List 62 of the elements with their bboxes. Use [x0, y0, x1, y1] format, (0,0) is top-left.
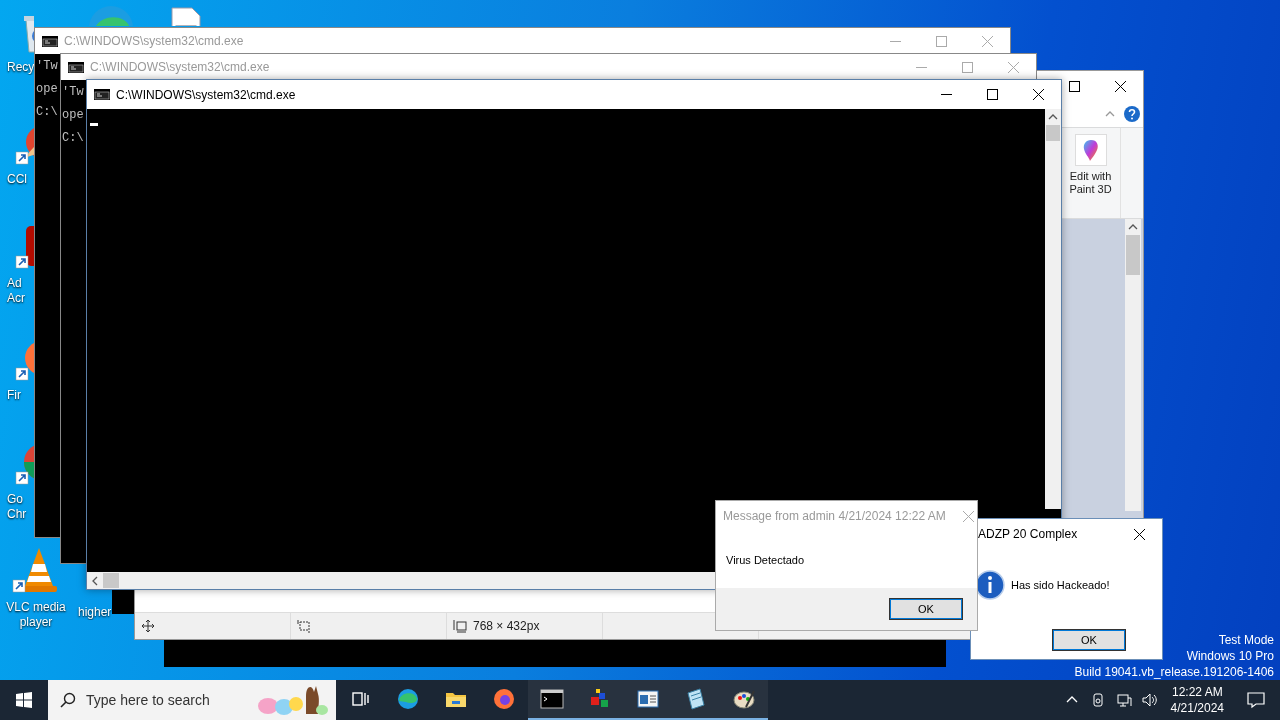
speaker-icon[interactable] — [1141, 692, 1158, 708]
image-size-icon — [453, 619, 467, 633]
vertical-scrollbar[interactable] — [1045, 109, 1061, 509]
paint-3d-icon — [1074, 134, 1107, 166]
scroll-thumb[interactable] — [1046, 125, 1060, 141]
maximize-icon — [1068, 80, 1080, 92]
ok-button[interactable]: OK — [1052, 629, 1126, 651]
close-icon — [1032, 89, 1044, 100]
window-title: C:\WINDOWS\system32\cmd.exe — [90, 60, 271, 74]
network-icon[interactable] — [1115, 692, 1132, 708]
window-title: C:\WINDOWS\system32\cmd.exe — [64, 34, 245, 48]
image-size-text: 768 × 432px — [473, 619, 540, 633]
console-icon — [94, 89, 110, 100]
icon-label[interactable]: CCl — [0, 172, 34, 187]
console-text: C:\ — [62, 130, 84, 146]
windows-logo-icon — [16, 692, 32, 708]
close-icon — [1133, 528, 1145, 540]
console-taskbar-button[interactable] — [528, 680, 576, 720]
watermark-text: Test Mode — [1218, 632, 1274, 648]
close-icon — [1007, 61, 1019, 73]
ok-button[interactable]: OK — [889, 598, 963, 620]
selection-icon — [297, 619, 311, 633]
dialog-title: ADZP 20 Complex — [978, 527, 1079, 541]
scroll-thumb[interactable] — [1126, 235, 1140, 275]
clock[interactable]: 12:22 AM 4/21/2024 — [1162, 684, 1232, 716]
search-icon — [60, 692, 76, 708]
watermark-text: Windows 10 Pro — [1186, 648, 1274, 664]
notepad-icon — [684, 687, 708, 711]
close-icon — [981, 35, 993, 47]
message-text: Virus Detectado — [726, 553, 805, 566]
paint-taskbar-button[interactable] — [720, 680, 768, 720]
dialog-title: Message from admin 4/21/2024 12:22 AM — [723, 509, 946, 523]
help-icon[interactable] — [1123, 105, 1141, 123]
icon-label[interactable]: Recy — [0, 60, 34, 75]
close-icon — [1114, 80, 1126, 92]
move-icon — [141, 619, 155, 633]
icon-label[interactable]: Fir — [0, 388, 34, 403]
console-text: ope — [62, 107, 84, 123]
console-icon — [42, 35, 58, 47]
edge-icon — [396, 687, 420, 711]
console-text: ope — [36, 81, 58, 97]
scroll-thumb[interactable] — [103, 573, 119, 588]
watermark-text: Build 19041.vb_release.191206-1406 — [1074, 664, 1274, 680]
notification-icon — [1247, 691, 1265, 709]
message-text: Has sido Hackeado! — [1011, 579, 1110, 591]
icon-label[interactable]: Go Chr — [0, 492, 34, 522]
maximize-icon — [935, 35, 947, 47]
console-icon — [68, 61, 84, 73]
maximize-icon — [961, 61, 973, 73]
console-text: C:\ — [36, 104, 58, 120]
icon-label[interactable]: VLC media player — [0, 600, 72, 630]
window-title: C:\WINDOWS\system32\cmd.exe — [116, 87, 297, 102]
window-icon — [636, 687, 660, 711]
search-field[interactable]: Type here to search — [48, 680, 336, 720]
console-icon — [540, 687, 564, 711]
console-text: 'Tw — [36, 58, 58, 74]
icon-label[interactable]: higher — [74, 605, 112, 620]
console-text: 'Tw — [62, 84, 84, 100]
vertical-scrollbar[interactable] — [1125, 219, 1141, 511]
maximize-icon — [986, 89, 998, 100]
icon-label[interactable]: Ad Acr — [0, 276, 34, 306]
close-icon — [963, 510, 975, 522]
